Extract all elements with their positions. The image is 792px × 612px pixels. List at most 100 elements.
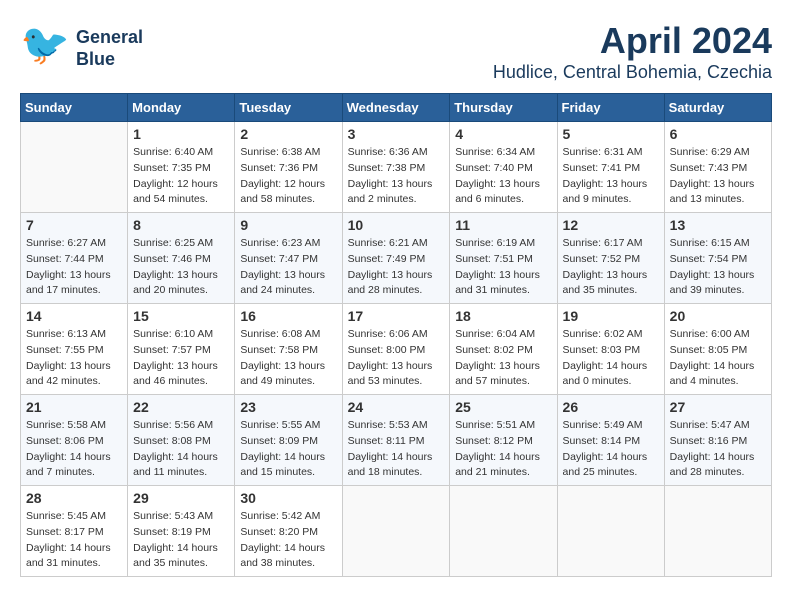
day-number: 5: [563, 126, 659, 142]
calendar-cell: 6 Sunrise: 6:29 AM Sunset: 7:43 PM Daylig…: [664, 122, 771, 213]
day-info: Sunrise: 6:10 AM Sunset: 7:57 PM Dayligh…: [133, 327, 229, 390]
day-info: Sunrise: 5:49 AM Sunset: 8:14 PM Dayligh…: [563, 418, 659, 481]
calendar-cell: 29Sunrise: 5:43 AM Sunset: 8:19 PM Dayli…: [128, 486, 235, 577]
calendar-cell: 25Sunrise: 5:51 AM Sunset: 8:12 PM Dayli…: [450, 395, 557, 486]
calendar-cell: 10 Sunrise: 6:21 AM Sunset: 7:49 PM Dayli…: [342, 213, 450, 304]
day-number: 13: [670, 217, 766, 233]
day-info: Sunrise: 6:38 AM Sunset: 7:36 PM Dayligh…: [240, 145, 336, 208]
calendar-cell: 4Sunrise: 6:34 AM Sunset: 7:40 PM Daylig…: [450, 122, 557, 213]
day-number: 26: [563, 399, 659, 415]
calendar-cell: 5 Sunrise: 6:31 AM Sunset: 7:41 PM Daylig…: [557, 122, 664, 213]
day-info: Sunrise: 6:27 AM Sunset: 7:44 PM Dayligh…: [26, 236, 122, 299]
calendar-cell: 20 Sunrise: 6:00 AM Sunset: 8:05 PM Dayli…: [664, 304, 771, 395]
day-number: 14: [26, 308, 122, 324]
calendar-cell: 19Sunrise: 6:02 AM Sunset: 8:03 PM Dayli…: [557, 304, 664, 395]
title-area: April 2024 Hudlice, Central Bohemia, Cze…: [493, 20, 772, 83]
day-info: Sunrise: 6:15 AM Sunset: 7:54 PM Dayligh…: [670, 236, 766, 299]
calendar-cell: 1 Sunrise: 6:40 AM Sunset: 7:35 PM Daylig…: [128, 122, 235, 213]
day-number: 22: [133, 399, 229, 415]
calendar-cell: 21 Sunrise: 5:58 AM Sunset: 8:06 PM Dayli…: [21, 395, 128, 486]
day-number: 20: [670, 308, 766, 324]
calendar-cell: [21, 122, 128, 213]
day-info: Sunrise: 5:42 AM Sunset: 8:20 PM Dayligh…: [240, 509, 336, 572]
day-number: 8: [133, 217, 229, 233]
calendar-cell: 13 Sunrise: 6:15 AM Sunset: 7:54 PM Dayli…: [664, 213, 771, 304]
column-header-sunday: Sunday: [21, 94, 128, 122]
column-header-thursday: Thursday: [450, 94, 557, 122]
calendar-cell: [450, 486, 557, 577]
logo-text: General Blue: [76, 27, 143, 70]
day-number: 12: [563, 217, 659, 233]
column-header-tuesday: Tuesday: [235, 94, 342, 122]
calendar-week-row: 28 Sunrise: 5:45 AM Sunset: 8:17 PM Dayli…: [21, 486, 772, 577]
day-info: Sunrise: 6:08 AM Sunset: 7:58 PM Dayligh…: [240, 327, 336, 390]
day-number: 7: [26, 217, 122, 233]
calendar-cell: 22 Sunrise: 5:56 AM Sunset: 8:08 PM Dayli…: [128, 395, 235, 486]
day-number: 21: [26, 399, 122, 415]
calendar-cell: 26 Sunrise: 5:49 AM Sunset: 8:14 PM Dayli…: [557, 395, 664, 486]
day-info: Sunrise: 6:02 AM Sunset: 8:03 PM Dayligh…: [563, 327, 659, 390]
calendar-cell: 23 Sunrise: 5:55 AM Sunset: 8:09 PM Dayli…: [235, 395, 342, 486]
calendar-cell: [664, 486, 771, 577]
day-number: 24: [348, 399, 445, 415]
day-info: Sunrise: 5:55 AM Sunset: 8:09 PM Dayligh…: [240, 418, 336, 481]
day-info: Sunrise: 6:04 AM Sunset: 8:02 PM Dayligh…: [455, 327, 551, 390]
day-info: Sunrise: 5:56 AM Sunset: 8:08 PM Dayligh…: [133, 418, 229, 481]
day-info: Sunrise: 6:17 AM Sunset: 7:52 PM Dayligh…: [563, 236, 659, 299]
day-info: Sunrise: 5:45 AM Sunset: 8:17 PM Dayligh…: [26, 509, 122, 572]
calendar-cell: [342, 486, 450, 577]
day-info: Sunrise: 6:21 AM Sunset: 7:49 PM Dayligh…: [348, 236, 445, 299]
day-info: Sunrise: 6:23 AM Sunset: 7:47 PM Dayligh…: [240, 236, 336, 299]
day-number: 18: [455, 308, 551, 324]
calendar-cell: 15 Sunrise: 6:10 AM Sunset: 7:57 PM Dayli…: [128, 304, 235, 395]
day-info: Sunrise: 5:47 AM Sunset: 8:16 PM Dayligh…: [670, 418, 766, 481]
day-info: Sunrise: 5:58 AM Sunset: 8:06 PM Dayligh…: [26, 418, 122, 481]
logo: 🐦 General Blue: [20, 20, 143, 77]
day-info: Sunrise: 6:00 AM Sunset: 8:05 PM Dayligh…: [670, 327, 766, 390]
day-info: Sunrise: 6:29 AM Sunset: 7:43 PM Dayligh…: [670, 145, 766, 208]
day-number: 27: [670, 399, 766, 415]
calendar-week-row: 21 Sunrise: 5:58 AM Sunset: 8:06 PM Dayli…: [21, 395, 772, 486]
calendar-cell: 3 Sunrise: 6:36 AM Sunset: 7:38 PM Daylig…: [342, 122, 450, 213]
calendar-cell: 24Sunrise: 5:53 AM Sunset: 8:11 PM Dayli…: [342, 395, 450, 486]
day-number: 23: [240, 399, 336, 415]
calendar-cell: 12 Sunrise: 6:17 AM Sunset: 7:52 PM Dayli…: [557, 213, 664, 304]
calendar-cell: 7 Sunrise: 6:27 AM Sunset: 7:44 PM Daylig…: [21, 213, 128, 304]
day-info: Sunrise: 6:13 AM Sunset: 7:55 PM Dayligh…: [26, 327, 122, 390]
day-info: Sunrise: 6:36 AM Sunset: 7:38 PM Dayligh…: [348, 145, 445, 208]
day-number: 1: [133, 126, 229, 142]
calendar-cell: 14 Sunrise: 6:13 AM Sunset: 7:55 PM Dayli…: [21, 304, 128, 395]
calendar-table: SundayMondayTuesdayWednesdayThursdayFrid…: [20, 93, 772, 577]
svg-text:🐦: 🐦: [20, 23, 70, 67]
month-title: April 2024: [493, 20, 772, 62]
day-number: 17: [348, 308, 445, 324]
day-number: 28: [26, 490, 122, 506]
day-number: 15: [133, 308, 229, 324]
calendar-cell: 28 Sunrise: 5:45 AM Sunset: 8:17 PM Dayli…: [21, 486, 128, 577]
column-header-saturday: Saturday: [664, 94, 771, 122]
day-number: 11: [455, 217, 551, 233]
calendar-cell: 8Sunrise: 6:25 AM Sunset: 7:46 PM Daylig…: [128, 213, 235, 304]
day-info: Sunrise: 6:19 AM Sunset: 7:51 PM Dayligh…: [455, 236, 551, 299]
calendar-cell: [557, 486, 664, 577]
day-number: 3: [348, 126, 445, 142]
calendar-cell: 9Sunrise: 6:23 AM Sunset: 7:47 PM Daylig…: [235, 213, 342, 304]
column-header-monday: Monday: [128, 94, 235, 122]
calendar-cell: 17Sunrise: 6:06 AM Sunset: 8:00 PM Dayli…: [342, 304, 450, 395]
day-info: Sunrise: 6:31 AM Sunset: 7:41 PM Dayligh…: [563, 145, 659, 208]
day-number: 30: [240, 490, 336, 506]
calendar-cell: 27 Sunrise: 5:47 AM Sunset: 8:16 PM Dayli…: [664, 395, 771, 486]
calendar-cell: 2 Sunrise: 6:38 AM Sunset: 7:36 PM Daylig…: [235, 122, 342, 213]
column-header-friday: Friday: [557, 94, 664, 122]
day-number: 10: [348, 217, 445, 233]
day-number: 2: [240, 126, 336, 142]
calendar-week-row: 14 Sunrise: 6:13 AM Sunset: 7:55 PM Dayli…: [21, 304, 772, 395]
day-number: 4: [455, 126, 551, 142]
location-title: Hudlice, Central Bohemia, Czechia: [493, 62, 772, 83]
calendar-cell: 30 Sunrise: 5:42 AM Sunset: 8:20 PM Dayli…: [235, 486, 342, 577]
day-number: 16: [240, 308, 336, 324]
logo-bird-icon: 🐦: [20, 20, 70, 77]
day-number: 6: [670, 126, 766, 142]
day-info: Sunrise: 6:40 AM Sunset: 7:35 PM Dayligh…: [133, 145, 229, 208]
calendar-header-row: SundayMondayTuesdayWednesdayThursdayFrid…: [21, 94, 772, 122]
